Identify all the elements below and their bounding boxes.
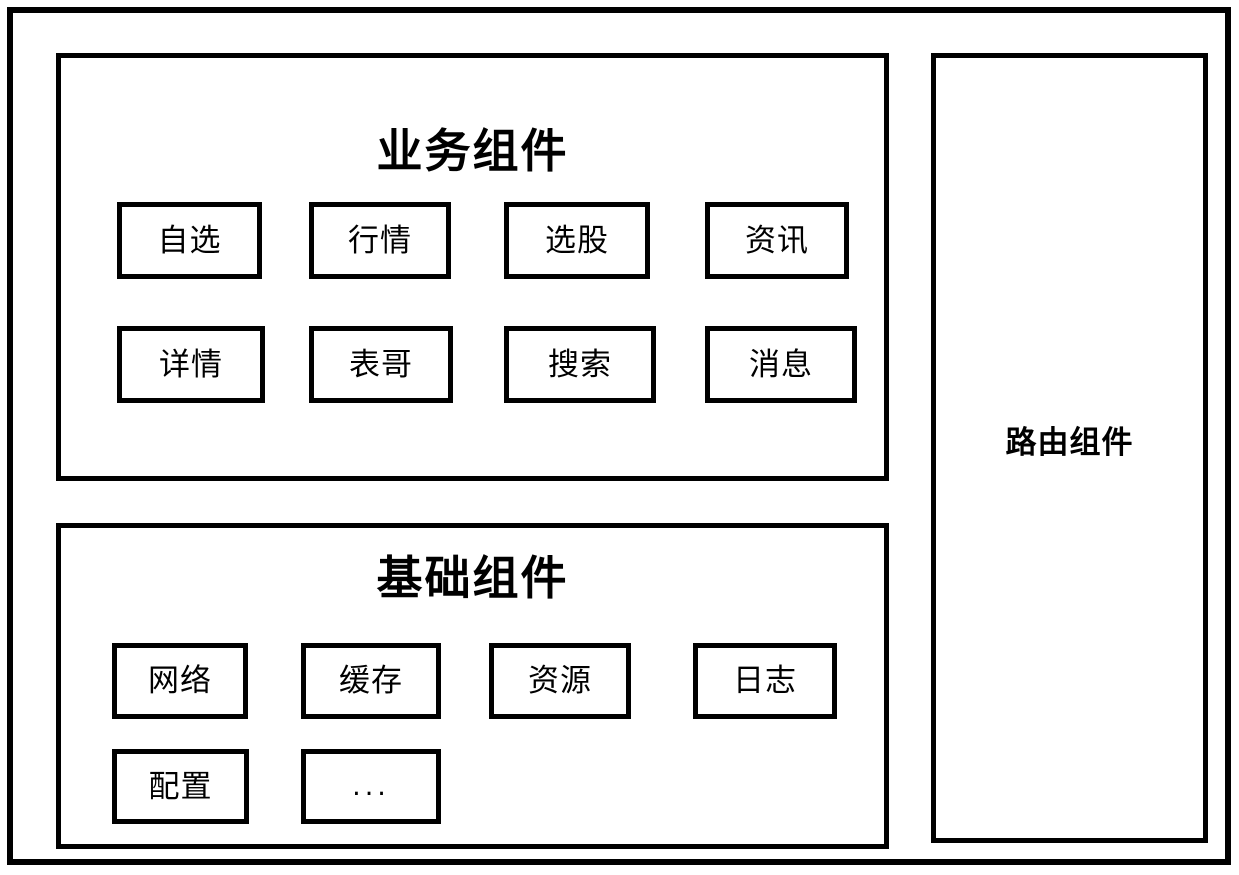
panel-router-title: 路由组件 xyxy=(1005,425,1134,461)
panel-business-title: 业务组件 xyxy=(376,124,569,178)
component-box-peizhi[interactable]: 配置 xyxy=(112,749,249,824)
component-box-zixun[interactable]: 资讯 xyxy=(705,202,849,279)
panel-router-components: 路由组件 xyxy=(931,53,1208,843)
component-box-biaoge[interactable]: 表哥 xyxy=(309,326,453,403)
component-box-xiaoxi[interactable]: 消息 xyxy=(705,326,857,403)
diagram-root: 业务组件 自选 行情 选股 资讯 详情 表哥 搜索 消息 基础组件 网络 缓存 … xyxy=(0,0,1239,875)
component-box-hangqing[interactable]: 行情 xyxy=(309,202,451,279)
diagram-outer-frame: 业务组件 自选 行情 选股 资讯 详情 表哥 搜索 消息 基础组件 网络 缓存 … xyxy=(7,7,1231,865)
component-box-rizhi[interactable]: 日志 xyxy=(693,643,837,719)
component-box-zixuan[interactable]: 自选 xyxy=(117,202,262,279)
panel-business-components: 业务组件 自选 行情 选股 资讯 详情 表哥 搜索 消息 xyxy=(56,53,889,481)
component-box-more-ellipsis[interactable]: ... xyxy=(301,749,441,824)
panel-basic-title: 基础组件 xyxy=(376,551,569,605)
component-box-sousuo[interactable]: 搜索 xyxy=(504,326,656,403)
component-box-xiangqing[interactable]: 详情 xyxy=(117,326,265,403)
component-box-xuangu[interactable]: 选股 xyxy=(504,202,650,279)
panel-basic-components: 基础组件 网络 缓存 资源 日志 配置 ... xyxy=(56,523,889,849)
component-box-wangluo[interactable]: 网络 xyxy=(112,643,248,719)
component-box-ziyuan[interactable]: 资源 xyxy=(489,643,631,719)
component-box-huancun[interactable]: 缓存 xyxy=(301,643,441,719)
